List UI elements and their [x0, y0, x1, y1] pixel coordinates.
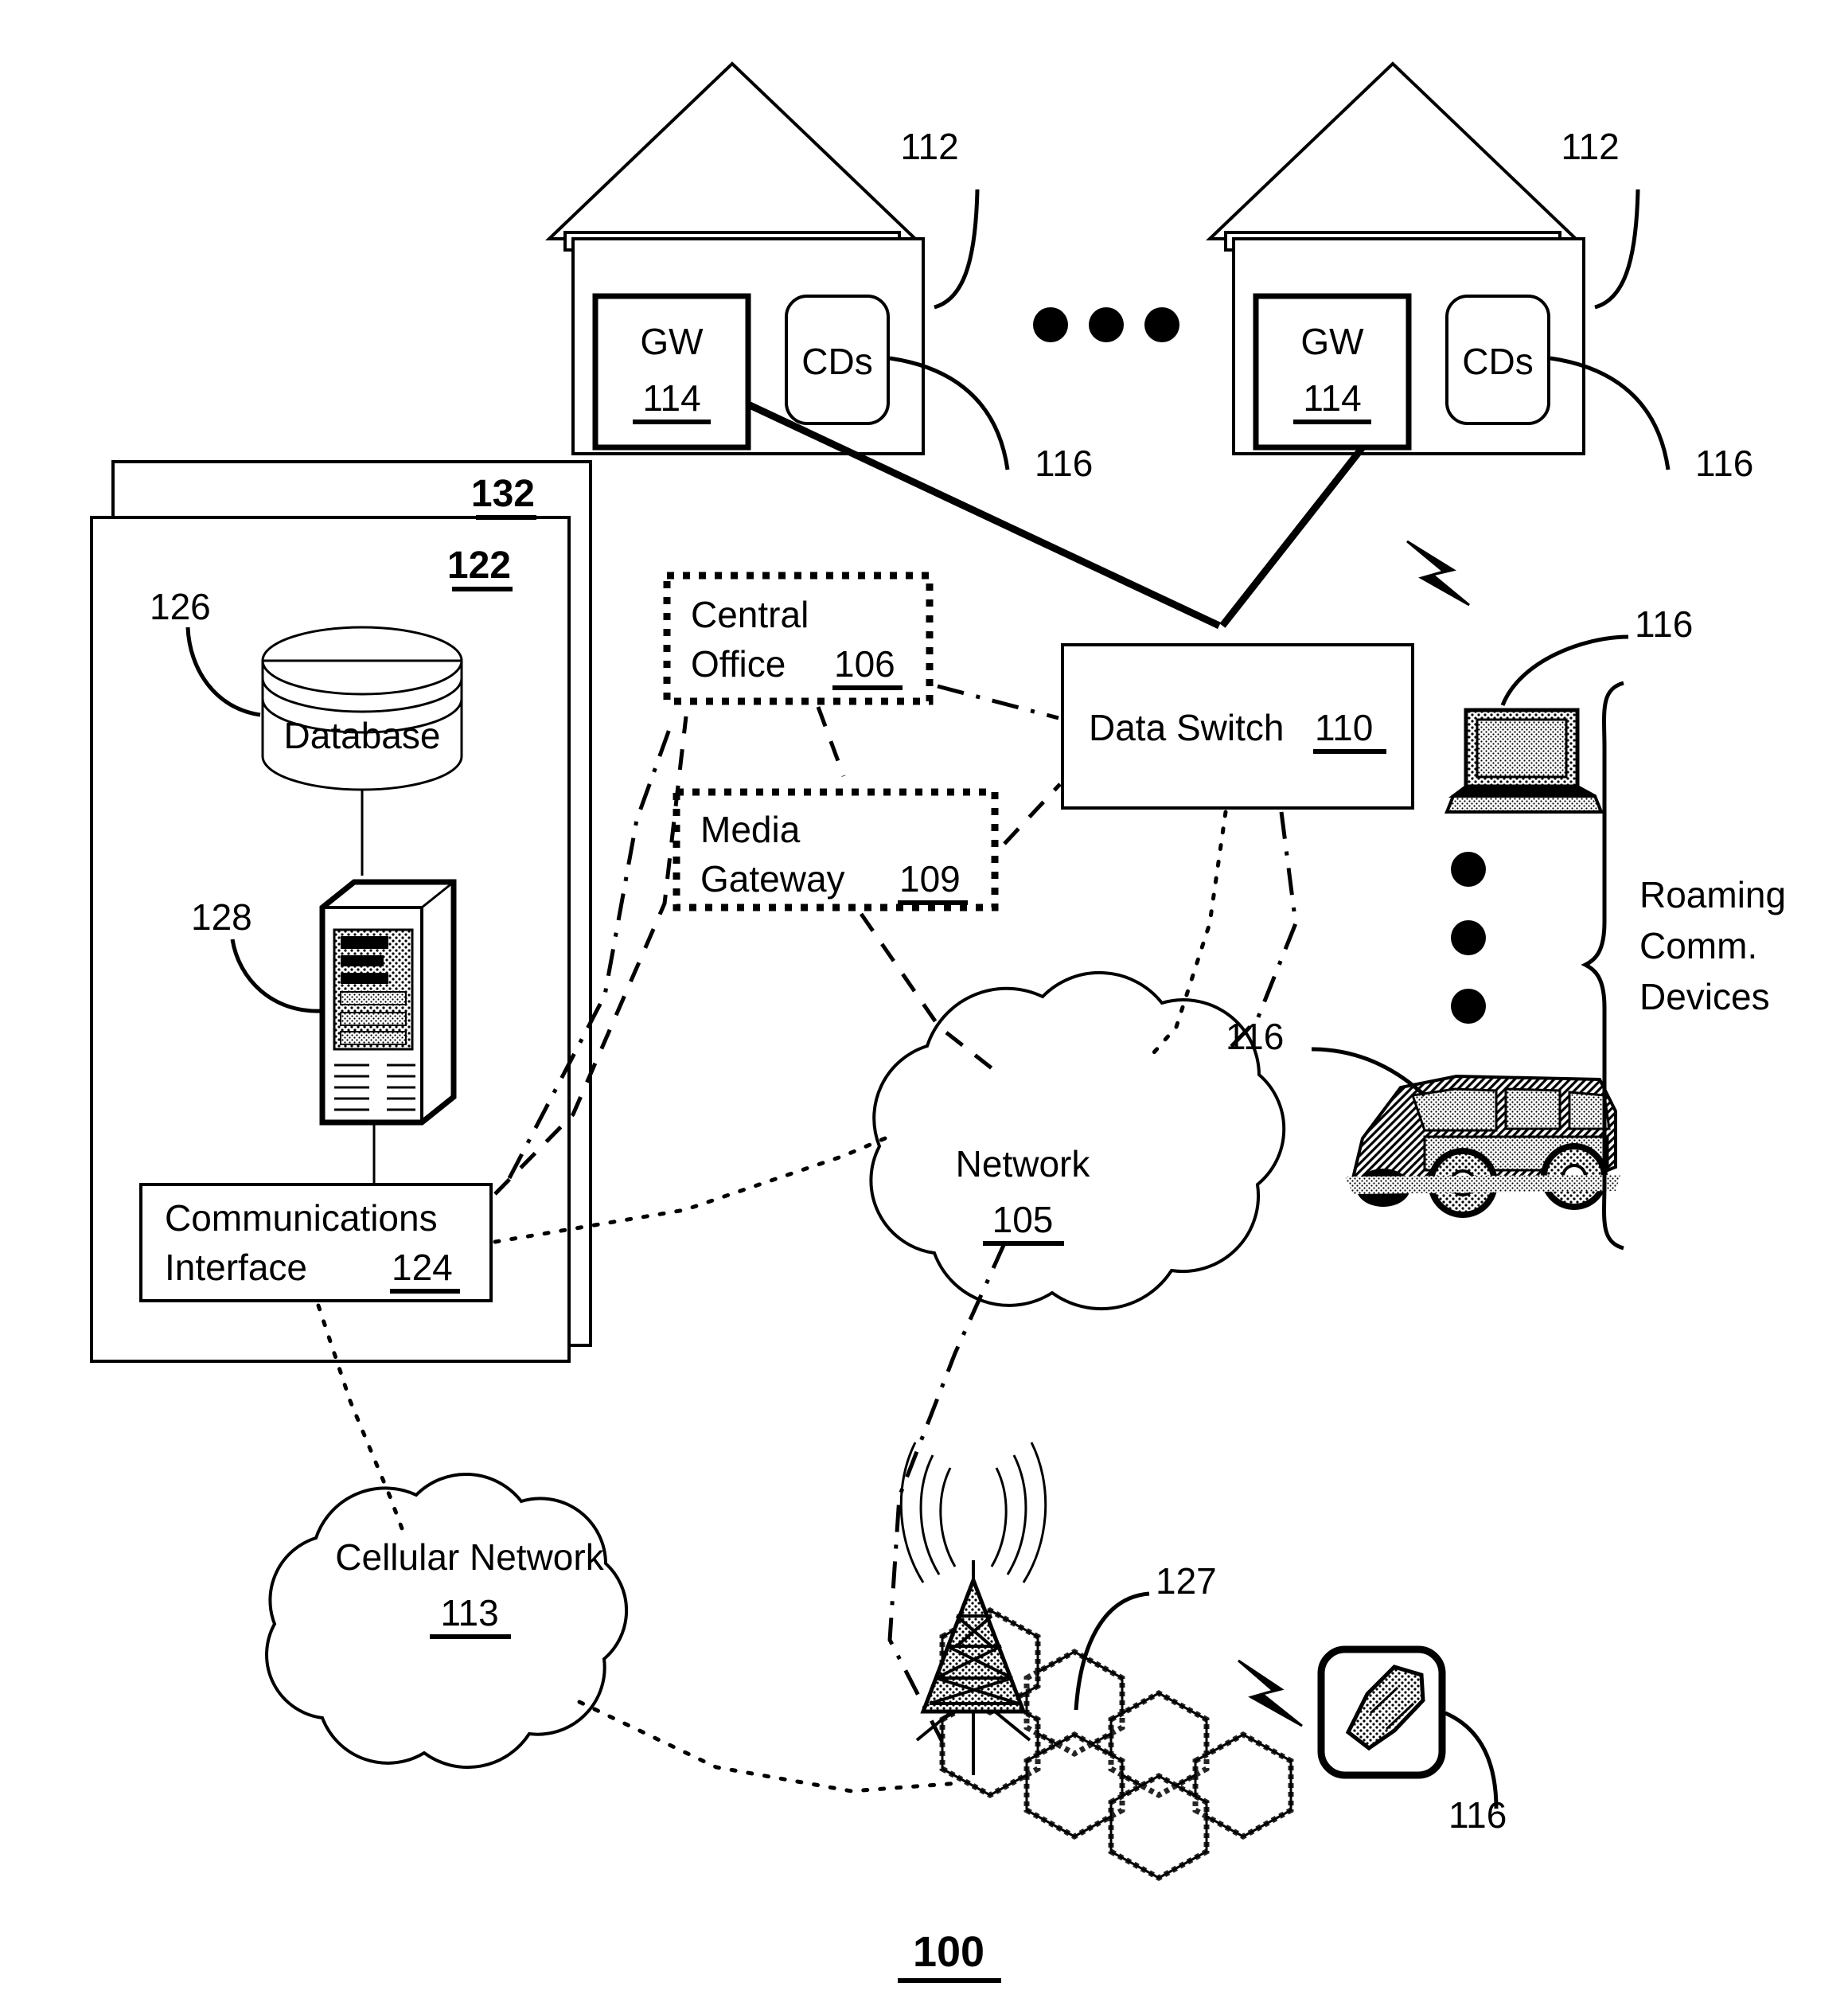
network-architecture-diagram: 112 112 GW 114 GW 114 CDs CDs 116 116 13… [90, 61, 1786, 1983]
network-cloud [869, 970, 1286, 1311]
ref-116-left-house: 116 [1035, 443, 1093, 484]
comm-interface-line2: Interface [165, 1247, 307, 1288]
vehicle-device [1311, 1047, 1620, 1218]
gateway-ref-right: 114 [1303, 377, 1361, 419]
roaming-label-line1: Roaming [1639, 874, 1786, 915]
cell-site [899, 1442, 1303, 1881]
comm-interface-ref: 124 [392, 1247, 453, 1288]
house-left [545, 61, 1010, 470]
ref-116-handset: 116 [1448, 1794, 1507, 1836]
laptop-device [1406, 540, 1629, 814]
house-right [1206, 61, 1671, 470]
cds-label-left: CDs [801, 341, 872, 382]
database-label: Database [284, 715, 441, 756]
data-switch-ref: 110 [1315, 707, 1373, 748]
gateway-ref-left: 114 [642, 377, 700, 419]
ref-132: 132 [471, 473, 535, 515]
gateway-box-right [1253, 293, 1412, 451]
house-ellipsis [1033, 307, 1179, 342]
media-gateway-line1: Media [700, 809, 801, 850]
cds-label-right: CDs [1462, 341, 1533, 382]
roaming-label-line2: Comm. [1639, 925, 1757, 966]
gateway-box-left [592, 293, 751, 451]
patent-figure-root: 112 112 GW 114 GW 114 CDs CDs 116 116 13… [0, 0, 1848, 2014]
central-office-line2: Office [691, 643, 786, 685]
media-gateway-ref: 109 [899, 858, 961, 900]
ref-127: 127 [1156, 1560, 1217, 1602]
data-switch-label: Data Switch [1089, 707, 1284, 748]
ref-122: 122 [447, 544, 511, 587]
gateway-label-right: GW [1300, 321, 1364, 362]
ref-116-right-house: 116 [1695, 443, 1753, 484]
ref-126: 126 [150, 586, 211, 627]
central-office-ref: 106 [834, 643, 895, 685]
network-ref: 105 [992, 1199, 1054, 1240]
gateway-label-left: GW [640, 321, 704, 362]
central-office-line1: Central [691, 594, 809, 635]
ref-116-laptop: 116 [1635, 603, 1693, 645]
ref-112-left: 112 [900, 126, 958, 167]
media-gateway-line2: Gateway [700, 858, 845, 900]
handset-device [1317, 1645, 1499, 1809]
cellular-network-label: Cellular Network [335, 1536, 604, 1578]
ref-128: 128 [191, 896, 252, 938]
roaming-ellipsis [1451, 852, 1486, 1024]
ref-116-vehicle: 116 [1226, 1016, 1284, 1057]
network-label: Network [956, 1143, 1091, 1185]
cellular-network-ref: 113 [440, 1592, 498, 1633]
ref-112-right: 112 [1561, 126, 1619, 167]
figure-number: 100 [913, 1928, 984, 1976]
comm-interface-line1: Communications [165, 1197, 438, 1239]
roaming-label-line3: Devices [1639, 976, 1770, 1017]
